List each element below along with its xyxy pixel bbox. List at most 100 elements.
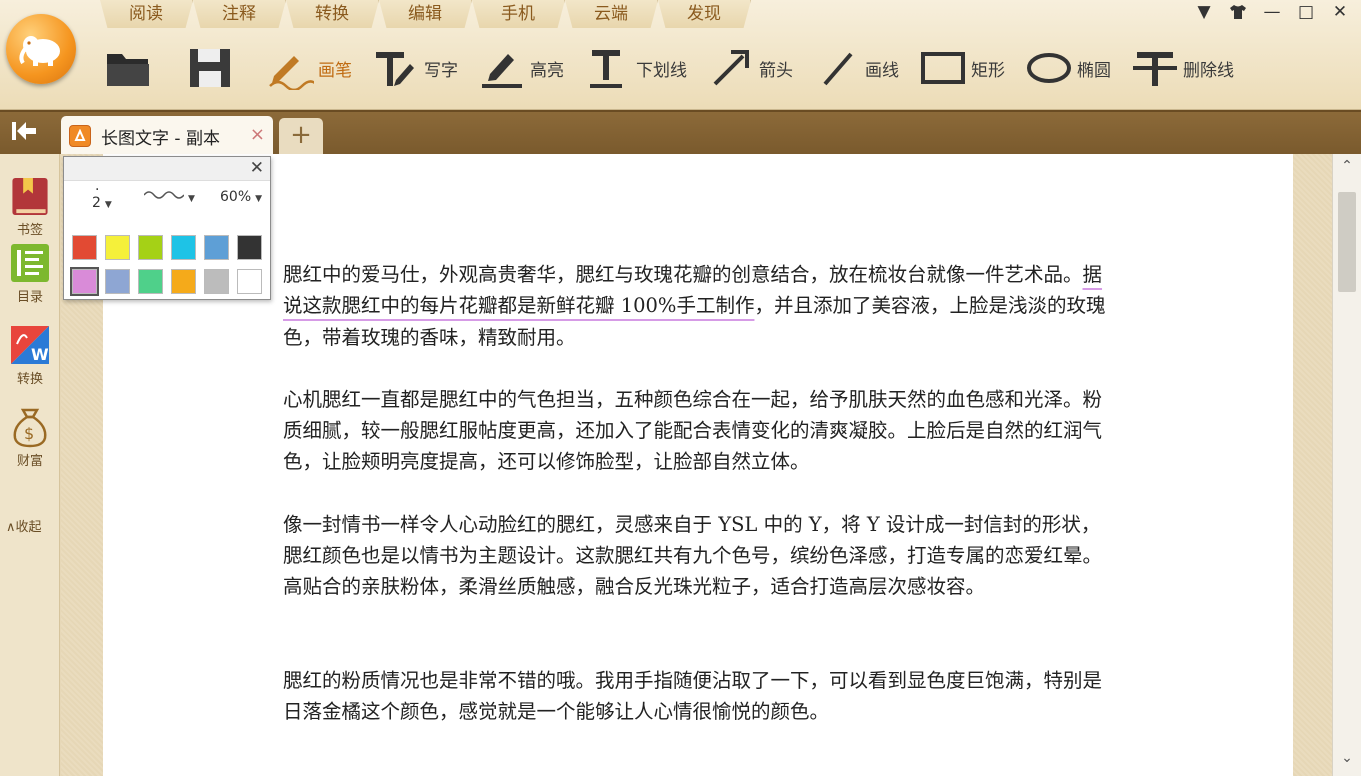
dropdown-arrow-icon[interactable]: ▼ bbox=[1191, 1, 1217, 23]
color-swatch[interactable] bbox=[237, 269, 262, 294]
underline-tool[interactable]: 下划线 bbox=[578, 44, 693, 92]
back-arrow-icon[interactable] bbox=[10, 120, 42, 146]
menu-convert[interactable]: 转换 bbox=[286, 0, 379, 28]
color-swatch[interactable] bbox=[105, 269, 130, 294]
tab-close-icon[interactable]: × bbox=[250, 124, 265, 145]
collapse-sidebar-button[interactable]: ∧收起 bbox=[6, 516, 42, 535]
skin-shirt-icon[interactable] bbox=[1225, 1, 1251, 23]
sidebar-label-wealth: 财富 bbox=[16, 454, 43, 469]
highlight-icon bbox=[482, 54, 522, 88]
maximize-icon[interactable]: □ bbox=[1293, 1, 1319, 23]
menu-cloud[interactable]: 云端 bbox=[565, 0, 658, 28]
paragraph-4: 腮红的粉质情况也是非常不错的哦。我用手指随便沾取了一下，可以看到显色度巨饱满，特… bbox=[283, 668, 1103, 723]
highlight-tool[interactable]: 高亮 bbox=[472, 44, 570, 92]
write-text-tool[interactable]: 写字 bbox=[366, 44, 464, 92]
pdf-to-word-icon: W bbox=[11, 326, 49, 364]
pen-opacity-value: 60% bbox=[220, 189, 252, 205]
folder-icon bbox=[107, 54, 149, 86]
line-tool[interactable]: 画线 bbox=[807, 44, 905, 92]
sidebar-label-toc: 目录 bbox=[16, 290, 43, 305]
color-swatch[interactable] bbox=[204, 235, 229, 260]
document-tab[interactable]: 长图文字 - 副本 × bbox=[61, 116, 273, 156]
arrow-icon bbox=[713, 50, 749, 86]
window-controls: ▼ — □ ✕ bbox=[1191, 0, 1353, 24]
chevron-down-icon: ▼ bbox=[188, 194, 195, 204]
pen-tool[interactable]: 画笔 bbox=[260, 44, 358, 92]
color-swatch[interactable] bbox=[171, 235, 196, 260]
write-text-label: 写字 bbox=[424, 60, 458, 81]
color-swatch[interactable] bbox=[237, 235, 262, 260]
line-label: 画线 bbox=[865, 60, 899, 81]
paragraph-2: 心机腮红一直都是腮红中的气色担当，五种颜色综合在一起，给予肌肤天然的血色感和光泽… bbox=[283, 387, 1103, 474]
bookmark-icon bbox=[12, 177, 48, 216]
color-swatches bbox=[70, 235, 262, 296]
text-tool-icon bbox=[376, 52, 414, 86]
rectangle-tool[interactable]: 矩形 bbox=[913, 44, 1011, 92]
pen-tool-label: 画笔 bbox=[318, 60, 352, 81]
main-toolbar: 阅读 注释 转换 编辑 手机 云端 发现 ▼ — □ ✕ 画笔 写字 高亮 下划… bbox=[0, 0, 1361, 110]
sidebar-label-bookmark: 书签 bbox=[16, 223, 43, 238]
annotation-tools: 画笔 写字 高亮 下划线 箭头 画线 矩形 椭圆 删除线 bbox=[96, 40, 1248, 96]
app-logo[interactable] bbox=[6, 14, 76, 84]
underline-label: 下划线 bbox=[636, 60, 687, 81]
vertical-scrollbar[interactable]: ⌃ ⌄ bbox=[1332, 154, 1361, 776]
tab-title: 长图文字 - 副本 bbox=[101, 128, 220, 149]
color-swatch[interactable] bbox=[105, 235, 130, 260]
sidebar-item-wealth[interactable]: $ 财富 bbox=[0, 406, 60, 490]
open-file-button[interactable] bbox=[96, 44, 164, 92]
save-button[interactable] bbox=[178, 44, 246, 92]
menu-read[interactable]: 阅读 bbox=[100, 0, 193, 28]
pen-options-row: · 2 ▼ ▼ 60% ▼ bbox=[64, 181, 270, 217]
line-icon bbox=[823, 52, 853, 86]
arrow-tool[interactable]: 箭头 bbox=[701, 44, 799, 92]
pen-panel-close-icon[interactable]: ✕ bbox=[250, 158, 264, 178]
menu-mobile[interactable]: 手机 bbox=[472, 0, 565, 28]
menu-annotate[interactable]: 注释 bbox=[193, 0, 286, 28]
scroll-down-icon[interactable]: ⌄ bbox=[1333, 750, 1361, 772]
rectangle-icon bbox=[921, 52, 965, 84]
pen-size-dropdown[interactable]: · 2 ▼ bbox=[92, 182, 132, 211]
pen-size-value: 2 bbox=[92, 195, 101, 211]
strikethrough-label: 删除线 bbox=[1183, 60, 1234, 81]
pen-style-dropdown[interactable]: ▼ bbox=[143, 189, 200, 205]
sidebar-item-toc[interactable]: 目录 bbox=[0, 238, 60, 322]
paragraph-3: 像一封情书一样令人心动脸红的腮红，灵感来自于 YSL 中的 Y，将 Y 设计成一… bbox=[283, 512, 1103, 599]
size-dot-icon: · bbox=[95, 182, 100, 198]
chevron-down-icon: ▼ bbox=[104, 200, 112, 210]
menu-edit[interactable]: 编辑 bbox=[379, 0, 472, 28]
minimize-icon[interactable]: — bbox=[1259, 1, 1285, 23]
chevron-down-icon: ▼ bbox=[255, 194, 263, 204]
rectangle-label: 矩形 bbox=[971, 60, 1005, 81]
color-swatch[interactable] bbox=[70, 267, 99, 296]
elephant-logo-icon bbox=[19, 36, 60, 66]
highlight-label: 高亮 bbox=[530, 60, 564, 81]
ellipse-label: 椭圆 bbox=[1077, 60, 1111, 81]
pen-settings-panel: ✕ · 2 ▼ ▼ 60% ▼ bbox=[63, 156, 271, 300]
document-content: 腮红中的爱马仕，外观高贵奢华，腮红与玫瑰花瓣的创意结合，放在梳妆台就像一件艺术品… bbox=[283, 259, 1115, 758]
wave-line-icon bbox=[143, 191, 185, 199]
toc-icon bbox=[11, 244, 49, 282]
color-swatch[interactable] bbox=[138, 269, 163, 294]
add-tab-button[interactable]: + bbox=[279, 118, 323, 154]
left-sidebar: 书签 目录 W 转换 $ 财富 ∧收起 bbox=[0, 154, 60, 776]
color-swatch[interactable] bbox=[204, 269, 229, 294]
svg-text:$: $ bbox=[24, 424, 34, 443]
scrollbar-thumb[interactable] bbox=[1338, 192, 1356, 292]
color-swatch[interactable] bbox=[171, 269, 196, 294]
sidebar-item-convert[interactable]: W 转换 bbox=[0, 322, 60, 406]
ellipse-tool[interactable]: 椭圆 bbox=[1019, 44, 1117, 92]
sidebar-item-bookmark[interactable]: 书签 bbox=[0, 154, 60, 238]
tab-bar: 长图文字 - 副本 × + bbox=[0, 110, 1361, 156]
paragraph-1-text-a: 腮红中的爱马仕，外观高贵奢华，腮红与玫瑰花瓣的创意结合，放在梳妆台就像一件艺术品… bbox=[283, 263, 1083, 286]
strikethrough-tool[interactable]: 删除线 bbox=[1125, 44, 1240, 92]
arrow-label: 箭头 bbox=[759, 60, 793, 81]
close-window-icon[interactable]: ✕ bbox=[1327, 1, 1353, 23]
menu-discover[interactable]: 发现 bbox=[658, 0, 751, 28]
scroll-up-icon[interactable]: ⌃ bbox=[1333, 158, 1361, 180]
color-swatch[interactable] bbox=[138, 235, 163, 260]
menu-bar: 阅读 注释 转换 编辑 手机 云端 发现 bbox=[100, 0, 751, 28]
color-swatch[interactable] bbox=[72, 235, 97, 260]
pen-opacity-dropdown[interactable]: 60% ▼ bbox=[220, 189, 270, 205]
money-bag-icon: $ bbox=[13, 408, 47, 448]
paragraph-1: 腮红中的爱马仕，外观高贵奢华，腮红与玫瑰花瓣的创意结合，放在梳妆台就像一件艺术品… bbox=[283, 259, 1115, 353]
